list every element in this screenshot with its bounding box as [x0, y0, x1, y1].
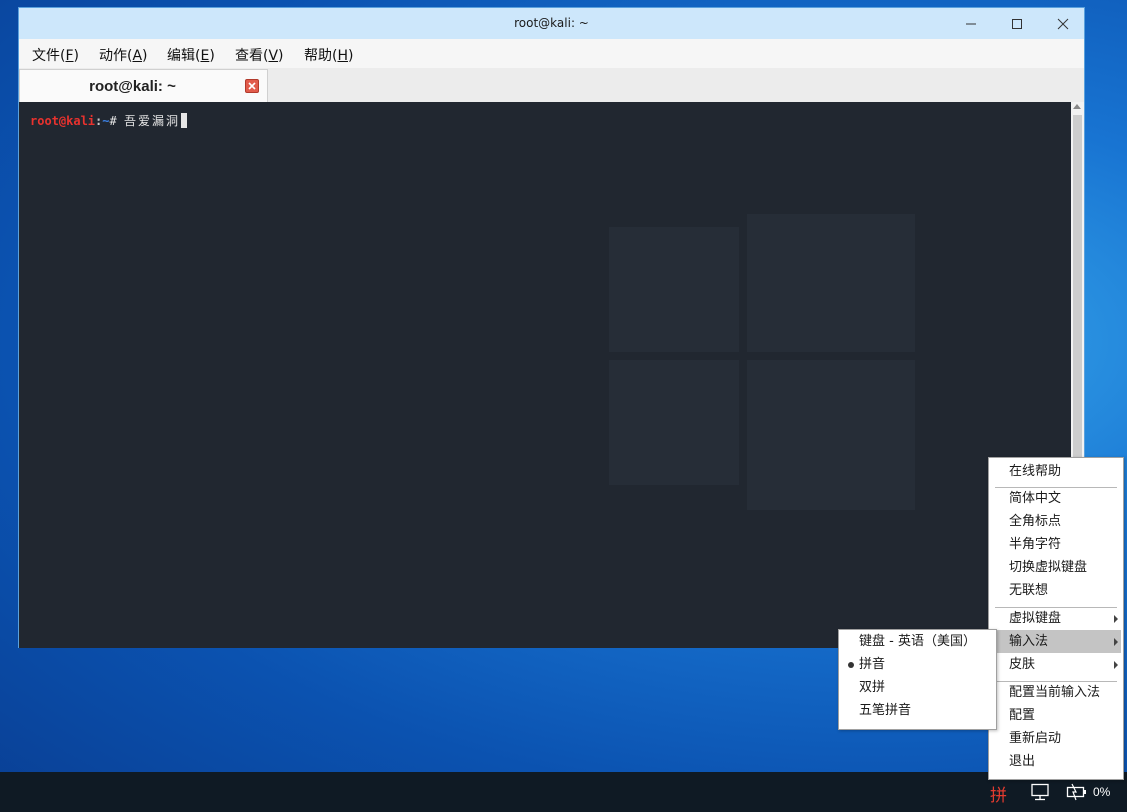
menu-action[interactable]: 动作(A) — [99, 45, 148, 65]
menu-item-virtual-keyboard[interactable]: 虚拟键盘 — [991, 607, 1121, 630]
title-bar[interactable]: root@kali: ~ — [19, 8, 1084, 39]
terminal-prompt: root@kali:~# 吾爱漏洞 — [30, 112, 187, 129]
close-icon — [248, 82, 256, 90]
submenu-item-wubi-pinyin[interactable]: 五笔拼音 — [841, 699, 994, 722]
menu-bar: 文件(F) 动作(A) 编辑(E) 查看(V) 帮助(H) — [19, 39, 1084, 68]
menu-item-fullwidth-punct[interactable]: 全角标点 — [991, 510, 1121, 533]
menu-item-halfwidth-chars[interactable]: 半角字符 — [991, 533, 1121, 556]
menu-item-online-help[interactable]: 在线帮助 — [991, 460, 1121, 483]
ime-context-menu: 在线帮助 简体中文 全角标点 半角字符 切换虚拟键盘 无联想 虚拟键盘 输入法 … — [988, 457, 1124, 780]
maximize-button[interactable] — [994, 8, 1040, 39]
prompt-path: ~ — [102, 114, 110, 128]
menu-item-input-method[interactable]: 输入法 — [991, 630, 1121, 653]
menu-file[interactable]: 文件(F) — [32, 45, 79, 65]
wallpaper-ghost — [609, 227, 739, 352]
maximize-icon — [1012, 18, 1022, 29]
menu-view[interactable]: 查看(V) — [235, 45, 284, 65]
input-method-submenu: 键盘 - 英语（美国） 拼音 双拼 五笔拼音 — [838, 629, 997, 730]
submenu-arrow-icon — [1114, 638, 1118, 646]
menu-item-no-prediction[interactable]: 无联想 — [991, 579, 1121, 602]
minimize-icon — [966, 23, 976, 24]
battery-percent: 0% — [1093, 785, 1111, 799]
menu-help[interactable]: 帮助(H) — [304, 45, 353, 65]
tab-label: root@kali: ~ — [89, 78, 176, 95]
minimize-button[interactable] — [948, 8, 994, 39]
tab-terminal[interactable]: root@kali: ~ — [19, 69, 268, 102]
wallpaper-ghost — [609, 360, 739, 485]
menu-edit[interactable]: 编辑(E) — [167, 45, 215, 65]
terminal-window: root@kali: ~ 文件(F) 动作(A) 编辑(E) 查看(V) 帮助(… — [18, 7, 1085, 648]
close-button[interactable] — [1040, 8, 1086, 39]
menu-item-simplified-chinese[interactable]: 简体中文 — [991, 487, 1121, 510]
terminal-area[interactable]: root@kali:~# 吾爱漏洞 — [19, 102, 1071, 648]
menu-item-skin[interactable]: 皮肤 — [991, 653, 1121, 676]
wallpaper-ghost — [747, 214, 915, 352]
ime-indicator[interactable]: 拼 — [990, 781, 1007, 806]
selected-bullet-icon — [848, 662, 854, 668]
prompt-user-host: root@kali — [30, 114, 96, 128]
submenu-item-keyboard-english-us[interactable]: 键盘 - 英语（美国） — [841, 630, 994, 653]
menu-item-toggle-virtual-keyboard[interactable]: 切换虚拟键盘 — [991, 556, 1121, 579]
submenu-item-shuangpin[interactable]: 双拼 — [841, 676, 994, 699]
tab-close-button[interactable] — [245, 79, 259, 93]
menu-item-configure[interactable]: 配置 — [991, 704, 1121, 727]
submenu-arrow-icon — [1114, 661, 1118, 669]
menu-item-exit[interactable]: 退出 — [991, 750, 1121, 773]
prompt-hash: # — [109, 114, 124, 128]
close-icon — [1057, 18, 1069, 29]
submenu-item-pinyin[interactable]: 拼音 — [841, 653, 994, 676]
battery-icon[interactable] — [1066, 783, 1088, 801]
submenu-arrow-icon — [1114, 615, 1118, 623]
menu-item-configure-current-im[interactable]: 配置当前输入法 — [991, 681, 1121, 704]
terminal-command: 吾爱漏洞 — [123, 114, 180, 128]
scroll-up-icon[interactable] — [1073, 104, 1081, 109]
menu-item-restart[interactable]: 重新启动 — [991, 727, 1121, 750]
network-icon[interactable] — [1030, 783, 1050, 801]
text-cursor — [180, 113, 187, 128]
taskbar: 拼 0% — [0, 772, 1127, 812]
wallpaper-ghost — [747, 360, 915, 510]
window-title: root@kali: ~ — [514, 16, 589, 30]
tab-strip: root@kali: ~ — [19, 68, 1084, 103]
